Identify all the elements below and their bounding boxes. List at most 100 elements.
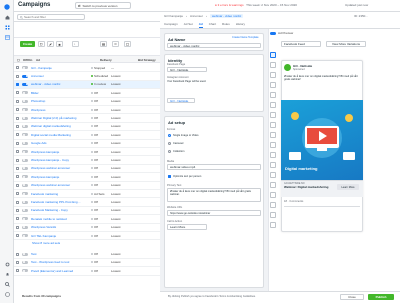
placement-thumbnail-icon[interactable] bbox=[270, 222, 276, 228]
breadcrumb-ad[interactable]: webinar - video nordic bbox=[209, 14, 244, 18]
table-row[interactable]: Wordpress Off Lowest bbox=[14, 106, 160, 115]
row-toggle[interactable] bbox=[22, 234, 28, 238]
row-name[interactable]: Wordpress webinar annonser bbox=[31, 166, 81, 170]
row-toggle[interactable] bbox=[22, 252, 28, 256]
col-bid[interactable]: Bid Strategy bbox=[138, 58, 156, 62]
home-icon[interactable] bbox=[3, 14, 11, 21]
row-name[interactable]: Facebook marketing PPL Post Engage bbox=[31, 200, 81, 204]
table-row[interactable]: Annonser Scheduled Lowest bbox=[14, 72, 160, 81]
media-select[interactable]: webinar-video.mp4 bbox=[167, 164, 261, 170]
ad-name-input[interactable]: webinar - video nordic bbox=[167, 43, 261, 48]
row-toggle[interactable] bbox=[22, 141, 28, 145]
table-row[interactable]: Webinar Digital (2.0) på marketing Off Low… bbox=[14, 114, 160, 123]
row-checkbox[interactable] bbox=[16, 269, 19, 273]
table-row[interactable]: Webinar digital markedsføring Off Lowest bbox=[14, 123, 160, 132]
table-row[interactable]: Test Off Lowest bbox=[14, 250, 160, 259]
row-checkbox[interactable] bbox=[16, 260, 19, 264]
create-name-template-link[interactable]: Create Name Template bbox=[232, 36, 259, 39]
tab-history[interactable]: History bbox=[236, 22, 245, 28]
select-all-checkbox[interactable]: ▢ bbox=[17, 58, 20, 62]
errors-status[interactable]: ● 3 errors & warnings bbox=[215, 3, 244, 7]
row-checkbox[interactable] bbox=[16, 175, 19, 179]
table-row[interactable]: Test - Wordpress feed to tool Off Lowest bbox=[14, 259, 160, 268]
row-toggle[interactable] bbox=[22, 166, 28, 170]
table-row[interactable]: webinar - video nordic In review Lowest bbox=[14, 80, 160, 90]
settings-icon[interactable] bbox=[3, 261, 11, 268]
row-name[interactable]: Webinar Digital (2.0) på marketing bbox=[31, 116, 81, 120]
row-name[interactable]: Photoshop bbox=[31, 99, 81, 103]
help-icon[interactable] bbox=[3, 291, 11, 298]
row-checkbox[interactable] bbox=[16, 91, 19, 95]
row-checkbox[interactable] bbox=[16, 217, 19, 221]
notifications-icon[interactable] bbox=[3, 271, 11, 278]
row-toggle[interactable] bbox=[22, 183, 28, 187]
table-row[interactable]: Wordpress Vannkk Off Lowest bbox=[14, 224, 160, 232]
row-toggle[interactable] bbox=[22, 175, 28, 179]
row-name[interactable]: Wordpress kampanje bbox=[31, 175, 81, 179]
row-toggle[interactable] bbox=[22, 91, 28, 95]
row-toggle[interactable] bbox=[22, 225, 28, 229]
table-row[interactable]: Facebook Marketing - Copy Off Lowest bbox=[14, 207, 160, 216]
table-row[interactable]: Photoshop Off Lowest bbox=[14, 98, 160, 106]
placement-thumbnail-icon[interactable] bbox=[270, 182, 276, 188]
row-name[interactable]: Bilder bbox=[31, 91, 81, 95]
row-toggle[interactable] bbox=[22, 108, 28, 112]
row-name[interactable]: Digital social media Marketing bbox=[31, 133, 81, 137]
search-input[interactable] bbox=[24, 15, 79, 19]
format-collection-radio[interactable] bbox=[168, 150, 171, 153]
breakdown-icon[interactable] bbox=[112, 41, 119, 47]
primary-text-input[interactable]: Ønsker du å lære mer om digital markedsf… bbox=[167, 188, 261, 202]
search-icon[interactable] bbox=[3, 281, 11, 288]
website-url-input[interactable]: https://www.go-nettside.no/webinar bbox=[167, 210, 261, 216]
row-toggle[interactable] bbox=[22, 200, 28, 204]
table-row[interactable]: Wordpress kampanje Off Lowest bbox=[14, 148, 160, 157]
delete-icon[interactable] bbox=[56, 41, 63, 47]
placement-thumbnail-icon[interactable] bbox=[270, 162, 276, 168]
row-checkbox[interactable] bbox=[16, 108, 19, 112]
undo-icon[interactable] bbox=[72, 41, 79, 47]
row-toggle[interactable] bbox=[22, 150, 28, 154]
table-row[interactable]: Wordpress kampanje - Copy Off Lowest bbox=[14, 156, 160, 165]
version-switch-button[interactable]: ⇄ Switch to previous version bbox=[75, 2, 131, 9]
placement-thumbnail-icon[interactable] bbox=[270, 112, 276, 118]
tab-rules[interactable]: Rules bbox=[222, 22, 230, 28]
placement-thumbnail-icon[interactable] bbox=[270, 72, 276, 78]
col-off-on[interactable]: Off/On bbox=[23, 58, 32, 62]
row-toggle[interactable] bbox=[22, 158, 28, 162]
meta-logo-icon[interactable] bbox=[3, 3, 11, 10]
placement-thumbnail-icon[interactable] bbox=[270, 62, 276, 68]
row-toggle[interactable] bbox=[22, 66, 28, 70]
row-checkbox[interactable] bbox=[16, 158, 19, 162]
row-checkbox[interactable] bbox=[16, 150, 19, 154]
table-row[interactable]: Facebook marketing PPL Post Engage Off Low… bbox=[14, 198, 160, 207]
cta-preview-button[interactable]: Learn More bbox=[337, 184, 359, 190]
row-name[interactable]: Wordpress Vannkk bbox=[31, 225, 81, 229]
columns-icon[interactable] bbox=[100, 41, 107, 47]
row-name[interactable]: Google Ads bbox=[31, 141, 81, 145]
table-row[interactable]: GO - Kampanje Stopped — bbox=[14, 64, 160, 73]
row-toggle[interactable] bbox=[22, 82, 28, 86]
table-row[interactable]: Wordpress webinar annonser Off Lowest bbox=[14, 182, 160, 190]
col-name[interactable]: Ad bbox=[36, 58, 40, 62]
breadcrumb-campaign[interactable]: GO Kampanje bbox=[164, 14, 183, 18]
tab-campaign[interactable]: Campaign bbox=[164, 22, 178, 28]
show-more-link[interactable]: Show 8 more ad sets bbox=[32, 241, 60, 245]
table-row[interactable]: Digital social media Marketing Off Lowest bbox=[14, 131, 160, 140]
placement-thumbnail-icon[interactable] bbox=[270, 192, 276, 198]
view-more-variations-button[interactable]: View More Variations bbox=[326, 41, 366, 47]
row-name[interactable]: Wordpress kampanje bbox=[31, 150, 81, 154]
row-checkbox[interactable] bbox=[16, 99, 19, 103]
row-toggle[interactable] bbox=[22, 133, 28, 137]
row-name[interactable]: webinar - video nordic bbox=[31, 82, 81, 86]
row-checkbox[interactable] bbox=[16, 192, 19, 196]
row-name[interactable]: Facebook marketing bbox=[31, 192, 81, 196]
grid-icon[interactable] bbox=[3, 24, 11, 31]
row-toggle[interactable] bbox=[22, 116, 28, 120]
table-row[interactable]: Facebook marketing Ad Sets Lowest bbox=[14, 190, 160, 199]
row-name[interactable]: GO TEL Kampanje bbox=[31, 234, 81, 238]
row-toggle[interactable] bbox=[22, 99, 28, 103]
row-name[interactable]: Annonser bbox=[31, 74, 81, 78]
row-name[interactable]: Test - Wordpress feed to tool bbox=[31, 260, 81, 264]
create-button[interactable]: Create bbox=[20, 41, 35, 47]
row-checkbox[interactable] bbox=[16, 183, 19, 187]
